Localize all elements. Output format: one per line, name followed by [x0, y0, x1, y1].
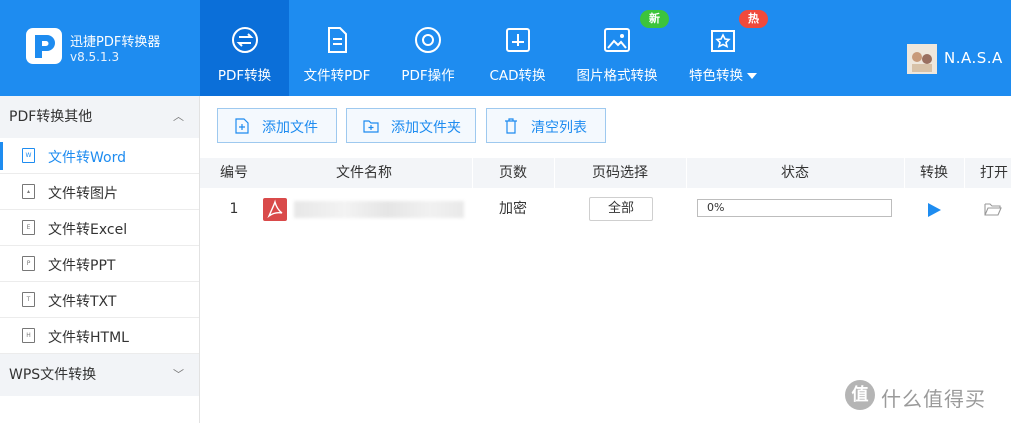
sidebar-group-title: WPS文件转换 — [9, 367, 97, 383]
table-row[interactable]: 1 加密 全部 0% — [200, 190, 1011, 228]
column-header-status: 状态 — [781, 165, 809, 181]
txt-file-icon: T — [22, 292, 35, 307]
column-header-index: 编号 — [220, 165, 248, 181]
sidebar-group-pdf-other[interactable]: PDF转换其他 ︿ — [0, 96, 199, 138]
convert-arrows-icon — [231, 27, 258, 53]
tab-pdf-operations[interactable]: PDF操作 — [385, 0, 471, 96]
row-pages: 加密 — [499, 201, 527, 217]
sidebar-item-file-to-excel[interactable]: E 文件转Excel — [0, 210, 199, 246]
file-name-redacted — [294, 201, 464, 218]
sidebar-item-label: 文件转Excel — [48, 222, 128, 238]
watermark-badge: 值 — [845, 380, 875, 410]
pdf-file-icon — [263, 198, 287, 221]
badge-new: 新 — [640, 10, 669, 28]
tab-label: PDF操作 — [401, 68, 455, 84]
tab-pdf-convert[interactable]: PDF转换 — [200, 0, 289, 96]
sidebar-item-file-to-html[interactable]: H 文件转HTML — [0, 318, 199, 354]
tab-cad-convert[interactable]: CAD转换 — [475, 0, 560, 96]
sidebar-item-label: 文件转PPT — [48, 258, 116, 274]
tab-label: PDF转换 — [217, 68, 272, 84]
tab-file-to-pdf[interactable]: 文件转PDF — [289, 0, 385, 96]
row-index: 1 — [229, 201, 239, 217]
clear-list-label: 清空列表 — [531, 120, 587, 136]
trash-icon — [505, 118, 517, 134]
sidebar: PDF转换其他 ︿ W 文件转Word ▴ 文件转图片 E 文件转Excel P… — [0, 96, 200, 423]
open-folder-icon[interactable] — [984, 202, 1002, 216]
tab-label: 图片格式转换 — [576, 68, 658, 84]
chevron-down-icon: ﹀ — [173, 368, 184, 381]
app-logo-icon — [26, 28, 62, 64]
add-folder-label: 添加文件夹 — [391, 120, 461, 136]
add-file-button[interactable]: 添加文件 — [217, 108, 337, 143]
add-file-icon — [235, 118, 249, 134]
chevron-down-icon — [747, 73, 757, 79]
add-file-label: 添加文件 — [262, 120, 318, 136]
sidebar-item-file-to-txt[interactable]: T 文件转TXT — [0, 282, 199, 318]
watermark-text: 什么值得买 — [881, 387, 986, 411]
chevron-up-icon: ︿ — [173, 110, 184, 123]
html-file-icon: H — [22, 328, 35, 343]
tab-label: CAD转换 — [489, 68, 546, 84]
word-file-icon: W — [22, 148, 35, 163]
ppt-file-icon: P — [22, 256, 35, 271]
username: N.A.S.A — [944, 49, 1003, 67]
progress-text: 0% — [707, 201, 725, 214]
sidebar-item-label: 文件转Word — [48, 150, 126, 166]
excel-file-icon: E — [22, 220, 35, 235]
column-header-file-name: 文件名称 — [336, 165, 392, 181]
sidebar-group-wps[interactable]: WPS文件转换 ﹀ — [0, 354, 199, 396]
add-folder-button[interactable]: 添加文件夹 — [346, 108, 476, 143]
image-file-icon: ▴ — [22, 184, 35, 199]
sidebar-group-title: PDF转换其他 — [9, 109, 93, 125]
tab-label: 文件转PDF — [303, 68, 371, 84]
badge-hot: 热 — [739, 10, 768, 28]
sidebar-item-label: 文件转HTML — [48, 330, 129, 346]
sidebar-item-label: 文件转TXT — [48, 294, 117, 310]
app-name: 迅捷PDF转换器 — [70, 35, 161, 50]
sidebar-item-file-to-image[interactable]: ▴ 文件转图片 — [0, 174, 199, 210]
table-header: 编号 文件名称 页数 页码选择 状态 转换 打开 — [200, 158, 1011, 188]
avatar[interactable] — [907, 44, 937, 74]
sidebar-item-file-to-word[interactable]: W 文件转Word — [0, 138, 199, 174]
progress-bar: 0% — [697, 199, 892, 217]
top-header: 迅捷PDF转换器 v8.5.1.3 PDF转换 文件转PDF PDF操作 CAD… — [0, 0, 1011, 96]
add-folder-icon — [363, 120, 379, 133]
column-header-open: 打开 — [980, 165, 1008, 181]
app-version: v8.5.1.3 — [70, 50, 120, 64]
document-icon — [328, 27, 347, 53]
gear-circle-icon — [415, 27, 441, 53]
page-select-button[interactable]: 全部 — [589, 197, 653, 221]
image-icon — [604, 28, 630, 52]
brand: 迅捷PDF转换器 v8.5.1.3 — [0, 0, 200, 96]
sidebar-item-file-to-ppt[interactable]: P 文件转PPT — [0, 246, 199, 282]
tab-label-text: 特色转换 — [689, 68, 743, 84]
tab-label: 特色转换 — [680, 64, 766, 84]
column-header-pages: 页数 — [499, 165, 527, 181]
play-convert-icon[interactable] — [928, 203, 941, 217]
clear-list-button[interactable]: 清空列表 — [486, 108, 606, 143]
star-box-icon — [711, 30, 735, 52]
column-header-page-select: 页码选择 — [592, 165, 648, 181]
column-header-convert: 转换 — [920, 165, 948, 181]
sidebar-item-label: 文件转图片 — [48, 186, 118, 202]
cad-icon — [505, 28, 530, 52]
